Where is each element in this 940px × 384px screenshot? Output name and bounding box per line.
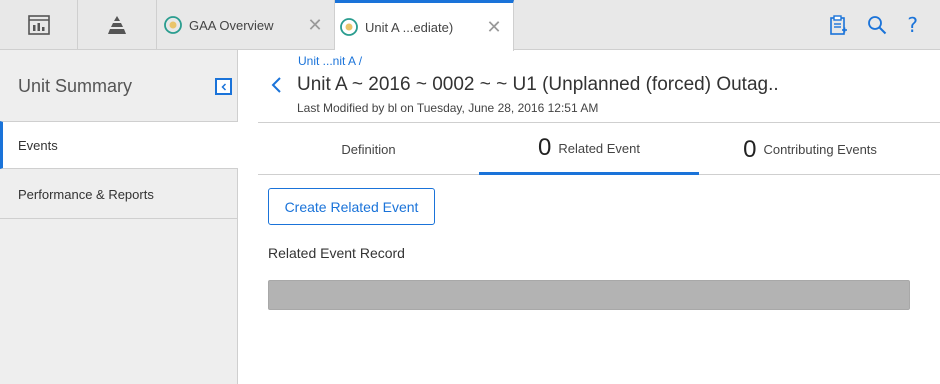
asset-hierarchy-icon (108, 16, 126, 34)
collapse-sidebar-button[interactable] (215, 78, 232, 95)
help-button[interactable]: ? (907, 13, 918, 37)
tab-label: GAA Overview (189, 17, 274, 33)
dashboard-icon (27, 15, 50, 35)
tab-label: Contributing Events (763, 142, 877, 157)
asset-hierarchy-button[interactable] (78, 0, 157, 50)
toolbar-actions: ? (829, 0, 918, 50)
related-event-count: 0 (537, 134, 552, 161)
top-bar: GAA Overview ✕ Unit A ...ediate) ✕ ? (0, 0, 940, 51)
sidebar-title: Unit Summary (18, 76, 133, 96)
report-icon (830, 15, 848, 35)
close-icon[interactable]: ✕ (304, 16, 326, 34)
tab-contributing-events[interactable]: 0 Contributing Events (699, 124, 921, 175)
tab-label: Related Event (558, 140, 641, 156)
dashboard-button[interactable] (0, 0, 78, 50)
unit-status-icon (340, 18, 358, 36)
close-icon[interactable]: ✕ (483, 18, 505, 36)
tab-definition[interactable]: Definition (258, 124, 479, 175)
search-icon (868, 16, 887, 35)
last-modified-text: Last Modified by bl on Tuesday, June 28,… (297, 101, 599, 115)
sidebar-item-label: Events (18, 137, 58, 153)
page-title: Unit A ~ 2016 ~ 0002 ~ ~ U1 (Unplanned (… (297, 74, 779, 95)
tab-gaa-overview[interactable]: GAA Overview ✕ (157, 0, 335, 50)
event-tabs: Definition 0 Related Event 0 Contributin… (258, 124, 940, 175)
back-button[interactable] (268, 74, 286, 96)
sidebar-item-performance-reports[interactable]: Performance & Reports (0, 171, 238, 219)
chevron-left-icon (220, 82, 226, 91)
create-related-event-button[interactable]: Create Related Event (268, 188, 435, 225)
related-event-record-bar[interactable] (268, 280, 910, 310)
search-button[interactable] (867, 15, 887, 35)
breadcrumb[interactable]: Unit ...nit A / (298, 54, 362, 68)
unit-status-icon (164, 16, 182, 34)
tab-label: Definition (341, 142, 396, 157)
help-icon: ? (907, 13, 918, 37)
tab-related-event[interactable]: 0 Related Event (479, 124, 699, 175)
contributing-events-count: 0 (743, 135, 757, 163)
report-button[interactable] (829, 15, 848, 35)
related-event-record-label: Related Event Record (268, 245, 405, 261)
sidebar-item-label: Performance & Reports (18, 187, 154, 202)
tab-unit-a[interactable]: Unit A ...ediate) ✕ (335, 0, 514, 51)
chevron-left-icon (271, 77, 281, 93)
divider (258, 122, 940, 123)
sidebar-item-events[interactable]: Events (0, 121, 238, 169)
tab-label: Unit A ...ediate) (365, 19, 454, 35)
